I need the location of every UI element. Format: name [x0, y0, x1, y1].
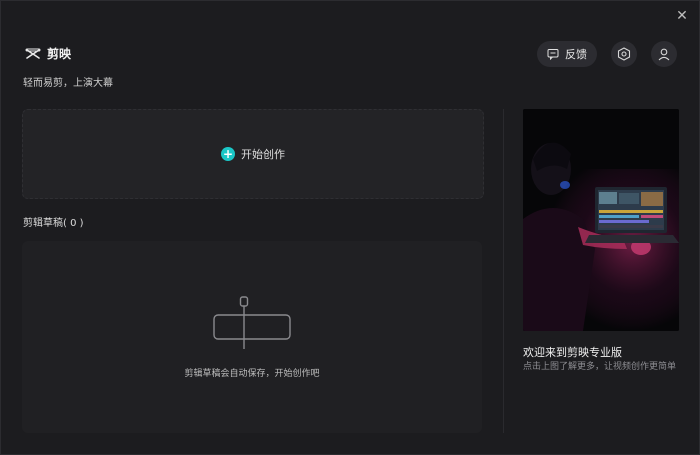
promo-description: 点击上图了解更多，让视频创作更简单 — [523, 362, 677, 372]
user-icon — [658, 48, 670, 61]
brand: 剪映 — [25, 45, 71, 62]
hexagon-settings-icon — [617, 47, 631, 61]
feedback-button[interactable]: 反馈 — [537, 41, 597, 67]
start-create-content: + 开始创作 — [221, 146, 285, 162]
drafts-panel: 剪辑草稿会自动保存，开始创作吧 — [22, 241, 482, 433]
start-create-button[interactable]: + 开始创作 — [22, 109, 484, 199]
promo-banner-image[interactable] — [523, 109, 679, 331]
chat-icon — [547, 49, 559, 60]
app-window: ✕ 剪映 轻而易剪，上演大幕 反馈 + 开始创作 剪辑草稿(0) 剪辑草稿会… — [0, 0, 700, 455]
empty-draft-icon — [213, 296, 291, 349]
feedback-label: 反馈 — [565, 48, 587, 61]
close-icon[interactable]: ✕ — [675, 9, 689, 23]
promo-photo — [523, 109, 679, 331]
promo-title: 欢迎来到剪映专业版 — [523, 346, 622, 359]
start-create-label: 开始创作 — [241, 148, 285, 161]
slogan: 轻而易剪，上演大幕 — [23, 78, 113, 89]
capcut-logo-icon — [25, 48, 41, 59]
settings-button[interactable] — [611, 41, 637, 67]
plus-icon: + — [221, 147, 235, 161]
app-name: 剪映 — [47, 47, 72, 61]
user-button[interactable] — [651, 41, 677, 67]
top-actions: 反馈 — [537, 41, 677, 67]
empty-drafts-text: 剪辑草稿会自动保存，开始创作吧 — [184, 369, 320, 379]
vertical-divider — [503, 109, 504, 433]
drafts-title: 剪辑草稿( 0 ) — [23, 218, 84, 229]
